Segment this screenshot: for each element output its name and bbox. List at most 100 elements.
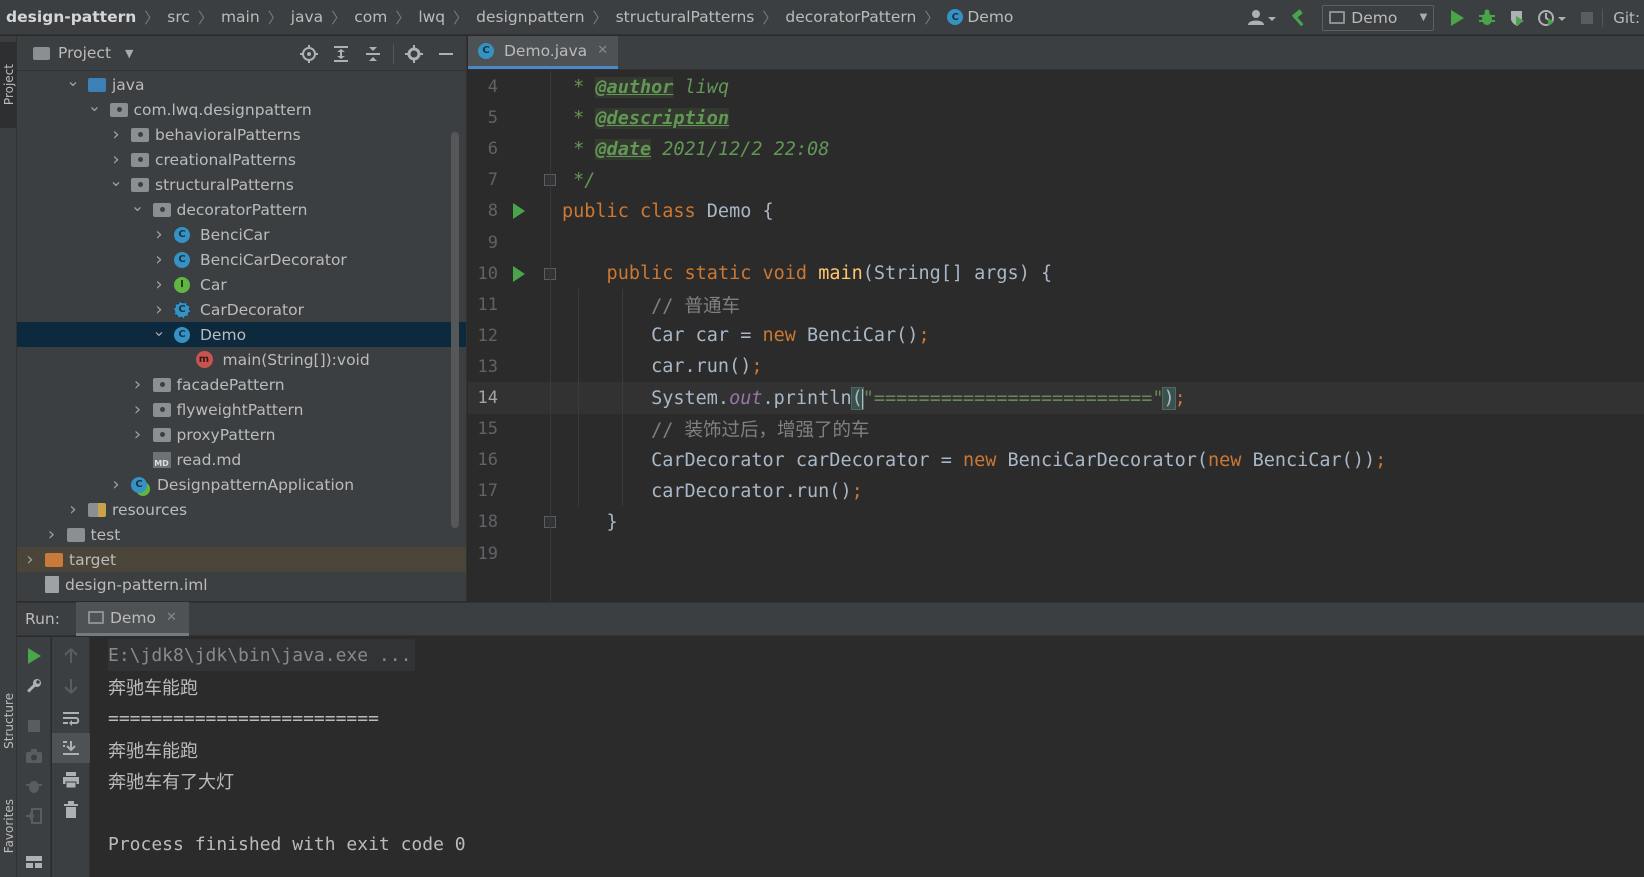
chevron-right-icon[interactable]: › xyxy=(152,249,166,270)
tree-row-structuralpatterns[interactable]: ⌄ structuralPatterns xyxy=(17,171,466,197)
stop-icon[interactable] xyxy=(17,711,51,741)
code-line[interactable]: 13 car.run(); xyxy=(468,351,1644,383)
tree-row-bencicar[interactable]: › C BenciCar xyxy=(17,222,466,247)
collapse-all-icon[interactable] xyxy=(357,36,389,71)
gear-icon[interactable] xyxy=(398,36,430,71)
close-icon[interactable]: ✕ xyxy=(166,610,177,625)
code-line[interactable]: 11 // 普通车 xyxy=(468,289,1644,321)
profiler-icon[interactable] xyxy=(1532,0,1572,35)
project-panel-title[interactable]: Project xyxy=(58,44,111,62)
code-line[interactable]: 12 Car car = new BenciCar(); xyxy=(468,320,1644,352)
structure-tool-window-tab[interactable]: Structure xyxy=(0,676,17,766)
chevron-right-icon[interactable]: › xyxy=(109,124,123,145)
arrow-down-icon[interactable] xyxy=(52,671,90,701)
run-configuration-select[interactable]: Demo ▼ xyxy=(1322,4,1435,31)
project-tool-window-tab[interactable]: Project xyxy=(0,42,17,128)
tree-row-flyweightpattern[interactable]: › flyweightPattern xyxy=(17,397,466,422)
tree-row-designpatternapplication[interactable]: › C DesignpatternApplication xyxy=(17,472,466,497)
chevron-right-icon[interactable]: › xyxy=(109,474,123,495)
print-icon[interactable] xyxy=(52,765,90,795)
breadcrumb-item[interactable]: main xyxy=(221,8,260,26)
chevron-right-icon[interactable]: › xyxy=(45,524,59,545)
code-line[interactable]: 19 xyxy=(468,538,1644,570)
breadcrumb-item[interactable]: C Demo xyxy=(947,8,1013,26)
breadcrumb-item[interactable]: com xyxy=(354,8,387,26)
run-gutter-icon[interactable] xyxy=(513,203,525,220)
locate-target-icon[interactable] xyxy=(293,36,325,71)
chevron-down-icon[interactable]: ⌄ xyxy=(88,96,102,115)
tree-row-java[interactable]: ⌄ java xyxy=(17,71,466,97)
chevron-right-icon[interactable]: › xyxy=(131,374,145,395)
code-line[interactable]: 4 * @author liwq xyxy=(468,71,1644,103)
code-line[interactable]: 15 // 装饰过后，增强了的车 xyxy=(468,413,1644,445)
trash-icon[interactable] xyxy=(52,795,90,825)
code-line[interactable]: 9 xyxy=(468,227,1644,259)
console-output[interactable]: E:\jdk8\jdk\bin\java.exe ... 奔驰车能跑 =======… xyxy=(108,637,1644,877)
code-line[interactable]: 18 } xyxy=(468,506,1644,538)
breadcrumb-item[interactable]: designpattern xyxy=(476,8,584,26)
minimize-icon[interactable] xyxy=(430,36,462,71)
code-area[interactable]: 4 * @author liwq 5 * @description 6 * @dat… xyxy=(468,71,1644,601)
chevron-down-icon[interactable]: ⌄ xyxy=(131,196,145,215)
tree-row-com-lwq-designpattern[interactable]: ⌄ com.lwq.designpattern xyxy=(17,96,466,122)
close-icon[interactable]: ✕ xyxy=(597,43,608,58)
git-label[interactable]: Git: xyxy=(1602,8,1644,27)
favorites-tool-window-tab[interactable]: Favorites xyxy=(0,776,17,876)
chevron-right-icon[interactable]: › xyxy=(66,499,80,520)
arrow-up-icon[interactable] xyxy=(52,641,90,671)
breadcrumb-item[interactable]: decoratorPattern xyxy=(785,8,916,26)
breadcrumb-item[interactable]: src xyxy=(167,8,190,26)
tree-row-design-pattern-iml[interactable]: design-pattern.iml xyxy=(17,572,466,597)
soft-wrap-icon[interactable] xyxy=(52,703,90,733)
chevron-right-icon[interactable]: › xyxy=(131,399,145,420)
tree-row-main-string-void[interactable]: m main(String[]):void xyxy=(17,347,466,372)
tab-demo-java[interactable]: C Demo.java ✕ xyxy=(468,36,619,69)
code-line[interactable]: 14 System.out.println("=================… xyxy=(468,382,1644,414)
user-icon[interactable] xyxy=(1240,0,1284,35)
stop-icon[interactable] xyxy=(1572,0,1602,35)
tree-row-resources[interactable]: › resources xyxy=(17,497,466,522)
chevron-right-icon[interactable]: › xyxy=(152,299,166,320)
breadcrumb-item[interactable]: structuralPatterns xyxy=(616,8,755,26)
breadcrumb-item[interactable]: design-pattern xyxy=(6,8,136,26)
chevron-right-icon[interactable]: › xyxy=(152,224,166,245)
tree-row-cardecorator[interactable]: › C CarDecorator xyxy=(17,297,466,322)
code-line[interactable]: 10 public static void main(String[] args… xyxy=(468,258,1644,290)
build-hammer-icon[interactable] xyxy=(1284,0,1314,35)
tree-row-car[interactable]: › I Car xyxy=(17,272,466,297)
run-tab-demo[interactable]: Demo ✕ xyxy=(75,602,189,636)
breadcrumb-item[interactable]: lwq xyxy=(418,8,445,26)
tree-row-creationalpatterns[interactable]: › creationalPatterns xyxy=(17,147,466,172)
rerun-icon[interactable] xyxy=(17,641,51,671)
code-line[interactable]: 8 public class Demo { xyxy=(468,195,1644,227)
chevron-right-icon[interactable]: › xyxy=(109,149,123,170)
run-with-coverage-icon[interactable] xyxy=(1502,0,1532,35)
breadcrumb-item[interactable]: java xyxy=(291,8,323,26)
code-line[interactable]: 17 carDecorator.run(); xyxy=(468,475,1644,507)
run-gutter-icon[interactable] xyxy=(513,265,525,282)
chevron-down-icon[interactable]: ⌄ xyxy=(66,71,80,90)
tree-row-behavioralpatterns[interactable]: › behavioralPatterns xyxy=(17,122,466,147)
tree-row-facadepattern[interactable]: › facadePattern xyxy=(17,372,466,397)
chevron-down-icon[interactable]: ⌄ xyxy=(152,321,166,340)
tree-row-decoratorpattern[interactable]: ⌄ decoratorPattern xyxy=(17,196,466,222)
expand-all-icon[interactable] xyxy=(325,36,357,71)
code-line[interactable]: 5 * @description xyxy=(468,102,1644,134)
camera-icon[interactable] xyxy=(17,741,51,771)
chevron-down-icon[interactable]: ⌄ xyxy=(109,171,123,190)
tree-row-bencicardecorator[interactable]: › C BenciCarDecorator xyxy=(17,247,466,272)
layout-icon[interactable] xyxy=(17,847,51,877)
code-line[interactable]: 6 * @date 2021/12/2 22:08 xyxy=(468,133,1644,165)
wrench-icon[interactable] xyxy=(17,671,51,701)
chevron-right-icon[interactable]: › xyxy=(23,549,37,570)
scroll-to-end-icon[interactable] xyxy=(52,733,90,763)
run-icon[interactable] xyxy=(1442,0,1472,35)
exit-icon[interactable] xyxy=(17,801,51,831)
chevron-right-icon[interactable]: › xyxy=(152,274,166,295)
tree-row-test[interactable]: › test xyxy=(17,522,466,547)
tree-row-demo[interactable]: ⌄ C Demo xyxy=(17,321,466,347)
debug-settings-icon[interactable] xyxy=(17,771,51,801)
code-line[interactable]: 16 CarDecorator carDecorator = new Benci… xyxy=(468,444,1644,476)
code-line[interactable]: 7 */ xyxy=(468,164,1644,196)
debug-bug-icon[interactable] xyxy=(1472,0,1502,35)
